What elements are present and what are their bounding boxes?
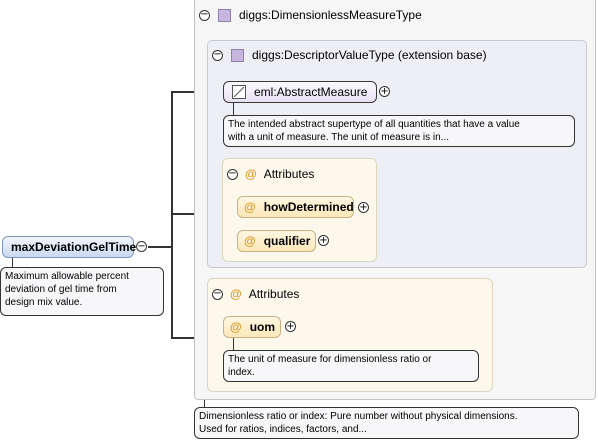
attribute-icon: @ — [245, 167, 257, 181]
expand-how-determined-toggle[interactable]: + — [358, 202, 369, 213]
qualifier-label: qualifier — [263, 234, 311, 248]
attribute-icon: @ — [230, 320, 242, 334]
attributes-title: Attributes — [248, 287, 300, 301]
collapse-base-toggle[interactable]: − — [212, 49, 223, 61]
uom-label: uom — [249, 320, 276, 334]
abstract-element-icon — [232, 85, 246, 99]
attribute-qualifier[interactable]: @ qualifier — [237, 230, 316, 252]
collapse-attributes-toggle[interactable]: − — [227, 168, 238, 180]
complex-type-icon — [231, 48, 244, 62]
attribute-icon: @ — [244, 200, 256, 214]
doc-tail — [233, 103, 234, 115]
attribute-how-determined[interactable]: @ howDetermined — [237, 196, 354, 218]
root-element-label: maxDeviationGelTime — [11, 240, 137, 254]
connector-root-h — [148, 246, 172, 248]
expand-qualifier-toggle[interactable]: + — [318, 235, 329, 246]
expand-abstract-measure-toggle[interactable]: + — [379, 86, 390, 97]
attribute-uom[interactable]: @ uom — [223, 316, 281, 338]
type-title: diggs:DimensionlessMeasureType — [239, 8, 422, 22]
complex-type-icon — [218, 8, 231, 22]
attributes-title: Attributes — [263, 167, 315, 181]
collapse-root-toggle[interactable]: − — [136, 241, 147, 252]
type-doc: Dimensionless ratio or index: Pure numbe… — [194, 407, 579, 439]
root-doc: Maximum allowable percent deviation of g… — [0, 267, 164, 316]
uom-doc: The unit of measure for dimensionless ra… — [223, 350, 479, 382]
collapse-attributes-toggle[interactable]: − — [212, 288, 223, 300]
max-deviation-gel-time-element[interactable]: maxDeviationGelTime — [2, 236, 137, 258]
how-determined-label: howDetermined — [263, 200, 354, 214]
doc-tail — [233, 338, 234, 350]
abstract-measure-doc: The intended abstract supertype of all q… — [223, 115, 575, 147]
attribute-icon: @ — [230, 287, 242, 301]
expand-uom-toggle[interactable]: + — [285, 321, 296, 332]
base-title: diggs:DescriptorValueType (extension bas… — [252, 48, 487, 62]
doc-tail — [12, 258, 13, 267]
attribute-icon: @ — [244, 234, 256, 248]
collapse-type-toggle[interactable]: − — [199, 9, 210, 21]
abstract-measure-element[interactable]: eml:AbstractMeasure — [223, 81, 377, 103]
abstract-measure-label: eml:AbstractMeasure — [254, 85, 368, 99]
